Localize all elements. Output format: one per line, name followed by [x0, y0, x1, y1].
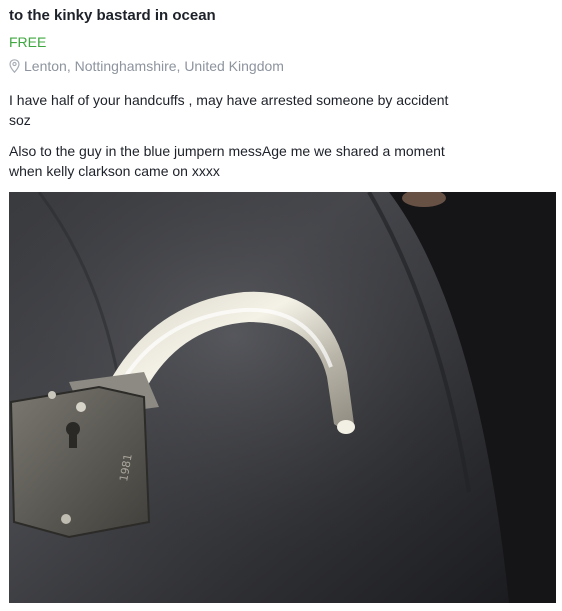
description-paragraph-2: Also to the guy in the blue jumpern mess…: [9, 141, 554, 181]
map-pin-icon: [9, 59, 20, 74]
listing-title[interactable]: to the kinky bastard in ocean: [9, 7, 216, 24]
description-line: soz: [9, 112, 31, 128]
handcuff-photo: 1981: [9, 192, 556, 603]
location-text: Lenton, Nottinghamshire, United Kingdom: [24, 58, 284, 74]
listing-price: FREE: [9, 34, 47, 50]
listing-photo[interactable]: 1981: [9, 192, 556, 603]
description-line: when kelly clarkson came on xxxx: [9, 163, 220, 179]
description-paragraph-1: I have half of your handcuffs , may have…: [9, 90, 554, 130]
listing-location[interactable]: Lenton, Nottinghamshire, United Kingdom: [9, 58, 284, 74]
marketplace-listing: to the kinky bastard in ocean FREE Lento…: [0, 0, 562, 611]
description-line: Also to the guy in the blue jumpern mess…: [9, 143, 445, 159]
description-line: I have half of your handcuffs , may have…: [9, 92, 449, 108]
